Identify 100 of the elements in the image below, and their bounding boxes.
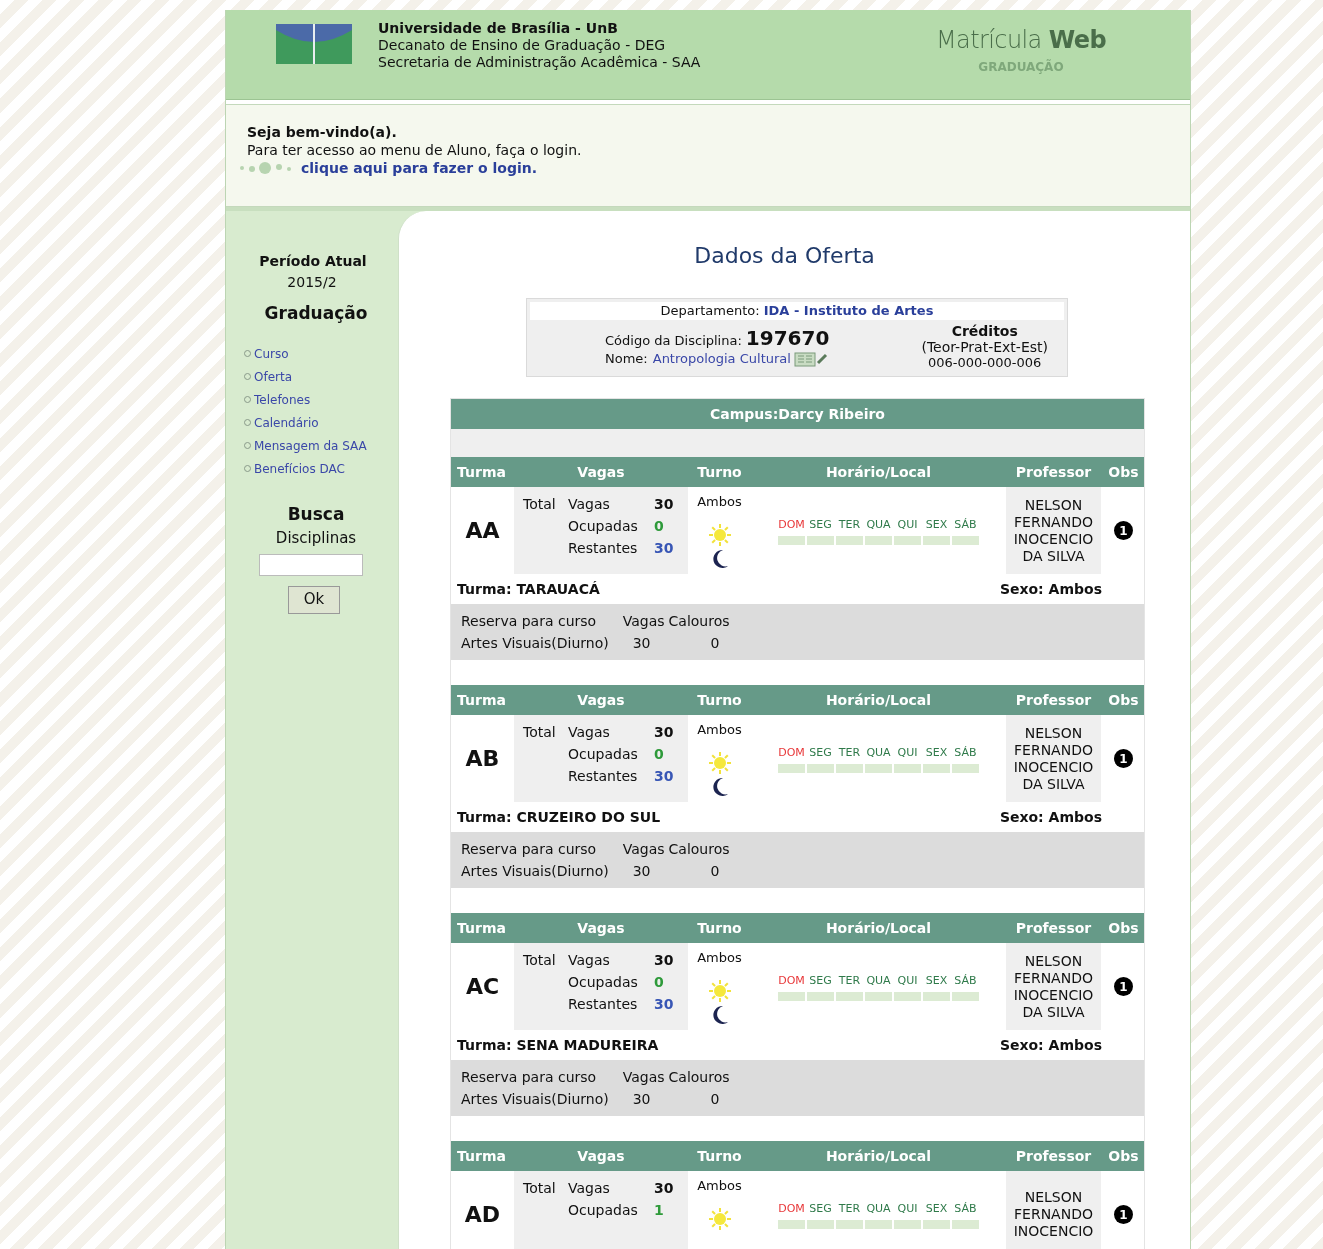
book-edit-icon xyxy=(793,350,828,367)
sidebar-link[interactable]: Calendário xyxy=(244,413,398,432)
reserva-cell-text: Artes Visuais(Diurno) xyxy=(461,634,609,653)
column-header: Turma xyxy=(456,462,507,482)
day-label: SEX xyxy=(925,517,948,533)
sexo-text: Sexo: Ambos xyxy=(999,579,1102,599)
column-header: Turno xyxy=(696,462,743,482)
vagas-count: 30 xyxy=(654,495,675,514)
schedule-slot xyxy=(894,763,921,773)
vagas-label: Ocupadas xyxy=(568,1201,639,1220)
day-label: DOM xyxy=(778,973,805,989)
code-label: Código da Disciplina: xyxy=(605,332,742,350)
professor-name: INOCENCIO xyxy=(1013,986,1094,1004)
day-label: SEX xyxy=(925,973,948,989)
vagas-count: 1 xyxy=(654,1201,665,1220)
day-label: SEG xyxy=(809,745,832,761)
turno-text: Ambos xyxy=(697,949,742,967)
day-label: SEG xyxy=(809,973,832,989)
day-label: QUI xyxy=(897,973,918,989)
sidebar-link[interactable]: Oferta xyxy=(244,367,398,386)
campus-header: Campus:Darcy Ribeiro xyxy=(451,399,1144,429)
column-header: Horário/Local xyxy=(824,918,933,938)
reserva-header: Vagas xyxy=(622,1068,665,1087)
schedule-slot xyxy=(778,991,805,1001)
day-label: SEX xyxy=(925,745,948,761)
sun-icon xyxy=(706,749,733,776)
schedule-slot xyxy=(894,1219,921,1229)
schedule-slot xyxy=(894,535,921,545)
sidebar-link[interactable]: Curso xyxy=(244,344,398,363)
reserva-header: Reserva para curso xyxy=(461,840,598,859)
schedule-slot xyxy=(807,991,834,1001)
schedule-slot xyxy=(778,1219,805,1229)
vagas-count: 0 xyxy=(654,745,665,764)
schedule-slot xyxy=(952,535,979,545)
column-header: Vagas xyxy=(576,462,626,482)
column-header: Turno xyxy=(696,1146,743,1166)
day-label: SEG xyxy=(809,1201,832,1217)
day-label: QUA xyxy=(866,517,891,533)
login-link[interactable]: clique aqui para fazer o login. xyxy=(301,159,538,177)
schedule-slot xyxy=(836,1219,863,1229)
department-label: Departamento: xyxy=(660,303,761,318)
vagas-label: Restantes xyxy=(568,767,639,786)
column-header: Professor xyxy=(1014,1146,1093,1166)
obs-badge: 1 xyxy=(1114,749,1133,768)
schedule-slot xyxy=(865,535,892,545)
sexo-text: Sexo: Ambos xyxy=(999,1035,1102,1055)
professor-name: NELSON xyxy=(1024,496,1083,514)
sidebar-link[interactable]: Telefones xyxy=(244,390,398,409)
schedule-slot xyxy=(894,991,921,1001)
name-label: Nome: xyxy=(605,350,648,368)
schedule-slot xyxy=(923,535,950,545)
schedule-slot xyxy=(952,991,979,1001)
ok-button[interactable]: Ok xyxy=(288,585,340,614)
day-label: TER xyxy=(838,973,861,989)
sun-icon xyxy=(706,521,733,548)
sidebar-link[interactable]: Mensagem da SAA xyxy=(244,436,398,455)
reserva-header: Calouros xyxy=(668,1068,730,1087)
column-header: Professor xyxy=(1014,690,1093,710)
day-label: QUI xyxy=(897,517,918,533)
schedule-slot xyxy=(923,1219,950,1229)
course-code: 197670 xyxy=(745,325,830,352)
department-link[interactable]: IDA - Instituto de Artes xyxy=(763,303,934,318)
sun-icon xyxy=(706,977,733,1004)
course-name-link[interactable]: Antropologia Cultural xyxy=(652,349,791,369)
reserva-cell-text: 30 xyxy=(632,862,652,881)
vagas-label: Restantes xyxy=(568,539,639,558)
sidebar-link[interactable]: Benefícios DAC xyxy=(244,459,398,478)
column-header: Vagas xyxy=(576,918,626,938)
day-label: DOM xyxy=(778,1201,805,1217)
turno-text: Ambos xyxy=(697,721,742,739)
column-header: Turno xyxy=(696,918,743,938)
schedule-slot xyxy=(836,991,863,1001)
vagas-label: Total xyxy=(522,495,557,514)
vagas-label: Vagas xyxy=(568,951,611,970)
column-header: Obs xyxy=(1107,462,1140,482)
header-text: Decanato de Ensino de Graduação - DEG xyxy=(378,37,667,54)
vagas-count: 30 xyxy=(654,767,675,786)
day-label: DOM xyxy=(778,745,805,761)
schedule-slot xyxy=(865,1219,892,1229)
column-header: Turma xyxy=(456,1146,507,1166)
day-label: SÁB xyxy=(954,745,977,761)
reserva-header: Vagas xyxy=(622,840,665,859)
sun-icon xyxy=(706,1205,733,1232)
column-header: Turma xyxy=(456,918,507,938)
search-field[interactable] xyxy=(259,553,363,576)
welcome-text: Para ter acesso ao menu de Aluno, faça o login. xyxy=(247,141,583,159)
schedule-slot xyxy=(807,535,834,545)
turno-text: Ambos xyxy=(697,493,742,511)
vagas-label: Ocupadas xyxy=(568,517,639,536)
reserva-cell-text: 30 xyxy=(632,1090,652,1109)
turma-code: AC xyxy=(465,973,500,1001)
reserva-header: Reserva para curso xyxy=(461,612,598,631)
section-title: Graduação xyxy=(263,302,369,325)
schedule-slot xyxy=(778,763,805,773)
obs-badge: 1 xyxy=(1114,521,1133,540)
turno-text: Ambos xyxy=(697,1177,742,1195)
vagas-count: 30 xyxy=(654,1179,675,1198)
vagas-label: Total xyxy=(522,951,557,970)
turma-name: Turma: SENA MADUREIRA xyxy=(457,1035,659,1055)
vagas-count: 0 xyxy=(654,517,665,536)
